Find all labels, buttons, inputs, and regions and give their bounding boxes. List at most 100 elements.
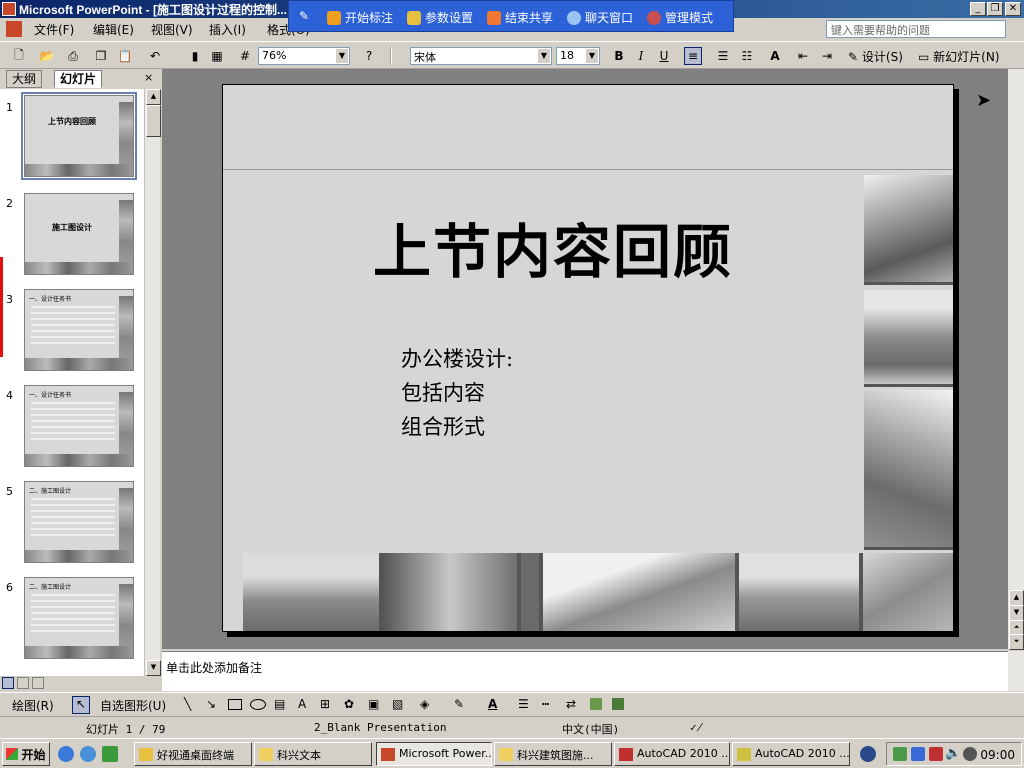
font-select[interactable]: 宋体 ▼ — [410, 47, 552, 65]
slide-title[interactable]: 上节内容回顾 — [373, 205, 733, 289]
help-search-input[interactable]: 键入需要帮助的问题 — [826, 20, 1006, 38]
slide-canvas[interactable]: 上节内容回顾 办公楼设计: 包括内容 组合形式 — [222, 84, 954, 632]
design-button[interactable]: ✎ 设计(S) — [848, 48, 903, 65]
slide-bullet[interactable]: 包括内容 — [401, 377, 485, 407]
bullet-list-icon[interactable]: ☷ — [738, 47, 756, 65]
tray-icon[interactable] — [929, 747, 943, 761]
volume-icon[interactable]: 🔈 — [945, 746, 961, 761]
diagram-icon[interactable]: ⊞ — [320, 697, 330, 711]
autoshapes-menu[interactable]: 自选图形(U) — [100, 697, 166, 714]
slide-thumbnail-1[interactable]: 上节内容回顾 — [21, 92, 137, 180]
close-icon[interactable]: × — [144, 71, 153, 84]
select-pointer-icon[interactable]: ↖ — [72, 696, 90, 714]
grid-icon[interactable]: # — [236, 47, 254, 65]
desktop-icon[interactable] — [102, 746, 118, 762]
minimize-button[interactable]: _ — [970, 2, 986, 16]
menu-insert[interactable]: 插入(I) — [209, 21, 246, 38]
italic-button[interactable]: I — [632, 47, 650, 65]
chat-window-button[interactable]: 聊天窗口 — [567, 9, 633, 26]
slide-bullet[interactable]: 组合形式 — [401, 411, 485, 441]
end-share-button[interactable]: 结束共享 — [487, 9, 553, 26]
clock[interactable]: 09:00 — [980, 748, 1015, 762]
notes-scrollbar[interactable] — [1008, 651, 1024, 691]
menu-view[interactable]: 视图(V) — [151, 21, 193, 38]
slide-thumbnail-3[interactable]: 一、设计任务书 — [24, 289, 134, 371]
line-color-icon[interactable]: ✎ — [454, 697, 464, 711]
font-color-icon[interactable]: A — [488, 697, 497, 711]
font-size-select[interactable]: 18 ▼ — [556, 47, 600, 65]
network-icon[interactable] — [893, 747, 907, 761]
spellcheck-icon[interactable]: ✓̸ — [690, 721, 703, 734]
line-style-icon[interactable]: ☰ — [518, 697, 529, 711]
scroll-up-icon[interactable]: ▲ — [146, 89, 161, 105]
fill-color-icon[interactable]: ◈ — [420, 697, 429, 711]
menu-file[interactable]: 文件(F) — [34, 21, 74, 38]
textbox-tool-icon[interactable]: ▤ — [274, 697, 285, 711]
tray-icon[interactable] — [911, 747, 925, 761]
pane-scrollbar[interactable]: ▲ ▼ — [144, 89, 161, 676]
tray-icon[interactable] — [963, 747, 977, 761]
task-button[interactable]: 科兴建筑图施... — [494, 742, 612, 766]
print-icon[interactable]: ⎙ — [64, 47, 82, 65]
task-button[interactable]: 科兴文本 — [254, 742, 372, 766]
numbered-list-icon[interactable]: ☰ — [714, 47, 732, 65]
powerpoint-app-icon[interactable] — [2, 2, 16, 16]
restore-button[interactable]: ❐ — [987, 2, 1003, 16]
draw-menu[interactable]: 绘图(R) — [12, 697, 54, 714]
start-annotate-button[interactable]: 开始标注 — [327, 9, 393, 26]
new-slide-button[interactable]: ▭ 新幻灯片(N) — [918, 48, 1000, 65]
ie-icon[interactable] — [58, 746, 74, 762]
copy-icon[interactable]: ❐ — [92, 47, 110, 65]
outdent-icon[interactable]: ⇤ — [794, 47, 812, 65]
slideshow-icon[interactable] — [32, 677, 44, 689]
underline-button[interactable]: U — [655, 47, 673, 65]
close-window-button[interactable]: ✕ — [1005, 2, 1021, 16]
task-button[interactable]: AutoCAD 2010 ... — [614, 742, 730, 766]
scroll-down-icon[interactable]: ▼ — [146, 660, 161, 676]
line-tool-icon[interactable]: ╲ — [184, 697, 191, 711]
clipart-icon[interactable]: ✿ — [344, 697, 354, 711]
dash-style-icon[interactable]: ┅ — [542, 697, 549, 711]
arrow-style-icon[interactable]: ⇄ — [566, 697, 576, 711]
normal-view-icon[interactable] — [2, 677, 14, 689]
document-icon[interactable] — [6, 21, 22, 37]
align-left-icon[interactable]: ≡ — [684, 47, 702, 65]
menu-edit[interactable]: 编辑(E) — [93, 21, 134, 38]
slide-thumbnail-2[interactable]: 施工图设计 — [24, 193, 134, 275]
arrow-tool-icon[interactable]: ↘ — [206, 697, 216, 711]
help-icon[interactable]: ? — [360, 47, 378, 65]
slide-bullet[interactable]: 办公楼设计: — [401, 343, 513, 373]
tray-app-icon[interactable] — [860, 746, 876, 762]
slide-thumbnail-4[interactable]: 一、设计任务书 — [24, 385, 134, 467]
picture-icon[interactable]: ▣ — [368, 697, 379, 711]
rectangle-tool-icon[interactable] — [228, 699, 242, 710]
3d-style-icon[interactable] — [612, 698, 624, 710]
scroll-thumb[interactable] — [146, 105, 161, 137]
new-file-icon[interactable]: 🗋 — [10, 47, 28, 65]
outlook-icon[interactable] — [80, 746, 96, 762]
open-folder-icon[interactable]: 📂 — [38, 47, 56, 65]
undo-icon[interactable]: ↶ — [146, 47, 164, 65]
tab-outline[interactable]: 大纲 — [6, 70, 43, 88]
admin-mode-button[interactable]: 管理模式 — [647, 9, 713, 26]
settings-button[interactable]: 参数设置 — [407, 9, 473, 26]
pin-icon[interactable]: ✎ — [299, 9, 311, 23]
shadow-style-icon[interactable] — [590, 698, 602, 710]
bold-button[interactable]: B — [610, 47, 628, 65]
indent-icon[interactable]: ⇥ — [818, 47, 836, 65]
next-slide-icon[interactable]: ⏷ — [1009, 634, 1024, 650]
insert-image-icon[interactable]: ▧ — [392, 697, 403, 711]
oval-tool-icon[interactable] — [250, 699, 266, 710]
task-button[interactable]: 好视通桌面终端 — [134, 742, 252, 766]
increase-font-icon[interactable]: A — [766, 47, 784, 65]
scroll-up-icon[interactable]: ▲ — [1009, 590, 1024, 606]
task-button[interactable]: Microsoft Power... — [376, 742, 492, 766]
vertical-scrollbar[interactable]: ▲ ▼ ⏶ ⏷ — [1008, 69, 1024, 650]
zoom-select[interactable]: 76% ▼ — [258, 47, 350, 65]
scroll-down-icon[interactable]: ▼ — [1009, 605, 1024, 621]
tab-slides[interactable]: 幻灯片 — [54, 70, 103, 88]
wordart-icon[interactable]: A — [298, 697, 306, 711]
slide-thumbnail-6[interactable]: 二、施工图设计 — [24, 577, 134, 659]
notes-pane[interactable]: 单击此处添加备注 — [162, 651, 1008, 691]
insert-chart-icon[interactable]: ▮ — [186, 47, 204, 65]
